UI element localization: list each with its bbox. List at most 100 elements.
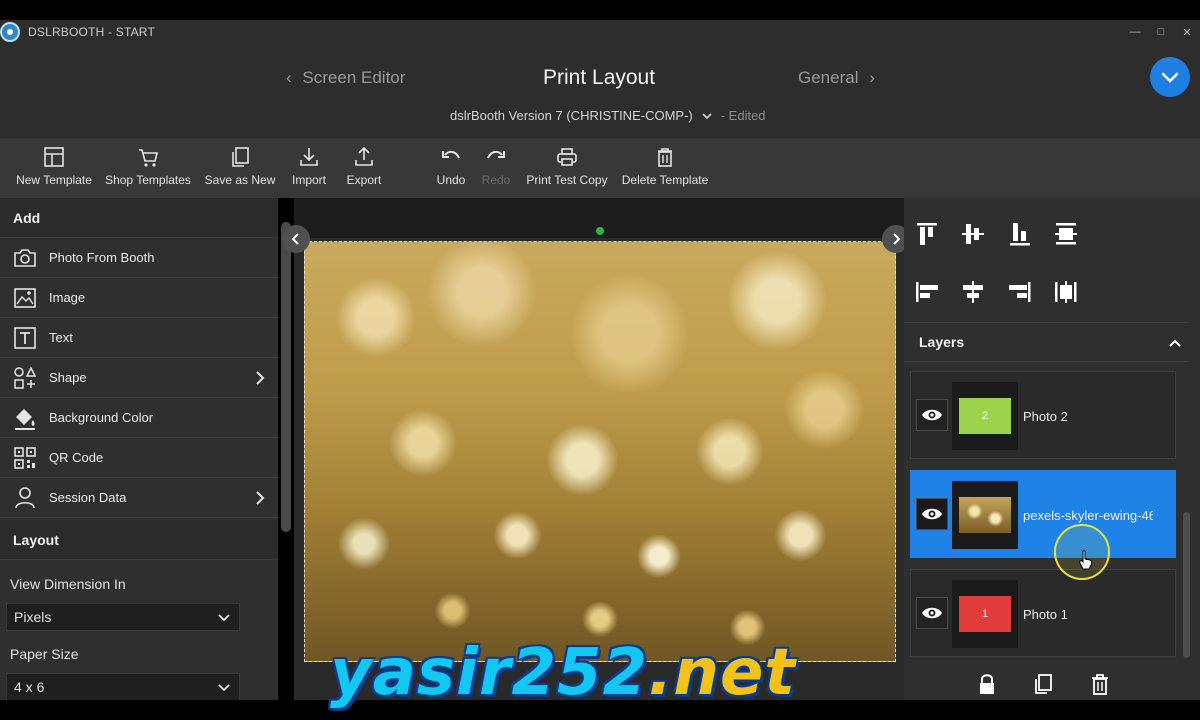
distribute-horizontal-button[interactable] xyxy=(1051,277,1081,307)
delete-template-label: Delete Template xyxy=(621,173,709,187)
align-top-icon xyxy=(917,223,937,245)
save-as-new-label: Save as New xyxy=(204,173,276,187)
printer-icon xyxy=(557,148,577,166)
add-text[interactable]: Text xyxy=(0,318,278,358)
add-item-label: QR Code xyxy=(49,450,104,465)
new-template-label: New Template xyxy=(16,173,92,187)
left-panel-scrollbar[interactable] xyxy=(281,222,291,532)
layer-photo-2[interactable]: 2 Photo 2 xyxy=(910,371,1176,459)
add-item-label: Photo From Booth xyxy=(49,250,155,265)
layer-name: pexels-skyler-ewing-46 xyxy=(1023,508,1153,523)
watermark-main: yasir252 xyxy=(330,636,649,710)
import-button[interactable]: Import xyxy=(288,138,330,198)
eye-icon xyxy=(922,607,942,619)
chevron-left-icon xyxy=(291,233,299,245)
page-title: Print Layout xyxy=(543,66,656,89)
align-bottom-icon xyxy=(1010,223,1030,246)
qr-code-icon xyxy=(14,446,36,469)
prev-tab-screen-editor[interactable]: ‹ Screen Editor xyxy=(286,68,405,88)
template-status: - Edited xyxy=(720,108,766,123)
layer-thumbnail: 2 xyxy=(952,382,1018,450)
align-top-button[interactable] xyxy=(912,219,942,249)
undo-button[interactable]: Undo xyxy=(432,138,470,198)
distribute-horizontal-icon xyxy=(1055,281,1077,303)
add-background-color[interactable]: Background Color xyxy=(0,398,278,438)
hand-cursor-icon xyxy=(1079,550,1093,570)
template-selector[interactable]: dslrBooth Version 7 (CHRISTINE-COMP-) - … xyxy=(450,108,766,123)
layer-badge: 1 xyxy=(959,596,1011,632)
view-dimension-select[interactable]: Pixels xyxy=(6,603,240,631)
layers-scrollbar[interactable] xyxy=(1183,512,1190,658)
next-tab-general[interactable]: General › xyxy=(798,68,875,88)
chevron-down-icon xyxy=(218,614,230,622)
eye-icon xyxy=(922,508,942,520)
shop-templates-button[interactable]: Shop Templates xyxy=(105,138,191,198)
add-item-label: Session Data xyxy=(49,490,127,505)
layers-heading-label: Layers xyxy=(919,334,965,350)
layer-name: Photo 2 xyxy=(1023,409,1068,424)
shop-templates-label: Shop Templates xyxy=(105,173,191,187)
chevron-right-icon: › xyxy=(869,68,875,87)
align-right-button[interactable] xyxy=(1005,277,1035,307)
close-icon[interactable]: ✕ xyxy=(1174,20,1200,44)
minimize-icon[interactable]: — xyxy=(1122,20,1148,44)
layer-photo-1[interactable]: 1 Photo 1 xyxy=(910,569,1176,657)
redo-button[interactable]: Redo xyxy=(478,138,514,198)
visibility-toggle[interactable] xyxy=(916,597,948,629)
lock-icon xyxy=(980,674,994,694)
watermark-tld: .net xyxy=(648,636,796,710)
export-icon xyxy=(355,146,373,166)
delete-template-button[interactable]: Delete Template xyxy=(622,138,708,198)
import-label: Import xyxy=(291,173,326,187)
expand-menu-button[interactable] xyxy=(1150,57,1190,97)
export-button[interactable]: Export xyxy=(342,138,386,198)
add-shape[interactable]: Shape xyxy=(0,358,278,398)
maximize-icon[interactable]: □ xyxy=(1148,20,1174,44)
lock-layer-button[interactable] xyxy=(975,672,999,696)
align-left-button[interactable] xyxy=(912,277,942,307)
layer-actions xyxy=(904,664,1200,704)
add-photo-from-booth[interactable]: Photo From Booth xyxy=(0,238,278,278)
add-item-label: Text xyxy=(49,330,73,345)
print-test-copy-button[interactable]: Print Test Copy xyxy=(526,138,608,198)
add-image[interactable]: Image xyxy=(0,278,278,318)
chevron-down-icon xyxy=(1161,72,1179,83)
align-bottom-button[interactable] xyxy=(1005,219,1035,249)
layer-thumbnail xyxy=(952,481,1018,549)
canvas-prev-button[interactable] xyxy=(282,225,310,253)
export-label: Export xyxy=(346,173,382,187)
copy-icon xyxy=(232,147,249,167)
canvas-background-image[interactable] xyxy=(304,241,896,662)
delete-layer-button[interactable] xyxy=(1088,672,1112,696)
next-tab-label: General xyxy=(798,68,859,87)
visibility-toggle[interactable] xyxy=(916,399,948,431)
chevron-right-icon xyxy=(256,491,265,505)
watermark: yasir252.net xyxy=(330,636,796,710)
paint-bucket-icon xyxy=(15,408,35,430)
align-horizontal-center-icon xyxy=(963,281,983,303)
rotate-handle[interactable] xyxy=(596,227,604,235)
chevron-right-icon xyxy=(893,233,901,245)
layer-thumbnail: 1 xyxy=(952,580,1018,648)
layer-background-image[interactable]: pexels-skyler-ewing-46 xyxy=(910,470,1176,558)
layout-heading: Layout xyxy=(0,520,278,560)
view-dimension-label: View Dimension In xyxy=(10,576,126,592)
paper-size-select[interactable]: 4 x 6 xyxy=(6,673,240,700)
add-session-data[interactable]: Session Data xyxy=(0,478,278,518)
new-template-button[interactable]: New Template xyxy=(16,138,92,198)
cart-icon xyxy=(139,149,159,167)
add-qr-code[interactable]: QR Code xyxy=(0,438,278,478)
align-left-icon xyxy=(916,282,938,302)
app-logo-icon xyxy=(0,22,20,42)
align-vertical-center-button[interactable] xyxy=(958,219,988,249)
distribute-vertical-button[interactable] xyxy=(1051,219,1081,249)
undo-label: Undo xyxy=(436,173,466,187)
duplicate-layer-button[interactable] xyxy=(1031,672,1055,696)
user-icon xyxy=(15,486,35,508)
add-item-label: Image xyxy=(49,290,86,305)
header: ‹ Screen Editor Print Layout General › d… xyxy=(0,44,1200,138)
layers-heading[interactable]: Layers xyxy=(904,322,1188,362)
save-as-new-button[interactable]: Save as New xyxy=(204,138,276,198)
visibility-toggle[interactable] xyxy=(916,498,948,530)
align-horizontal-center-button[interactable] xyxy=(958,277,988,307)
